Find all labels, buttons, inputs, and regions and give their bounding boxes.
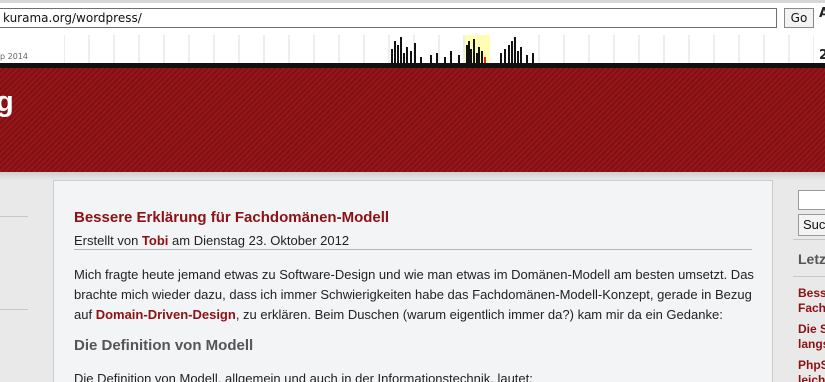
- header-shadow: [0, 172, 825, 180]
- sparkline-bar: [394, 41, 396, 63]
- url-input[interactable]: kurama.org/wordpress/: [0, 8, 777, 28]
- sparkline-bar: [532, 53, 534, 63]
- sparkline-bar: [508, 45, 510, 63]
- sparkline-bar: [397, 45, 399, 63]
- toolbar-top-border: [0, 0, 825, 3]
- sparkline-bar: [473, 39, 475, 63]
- paragraph-line: auf Domain-Driven-Design, zu erklären. B…: [74, 307, 723, 322]
- recent-post-link[interactable]: Die Slangs: [798, 322, 825, 352]
- paragraph-line: Mich fragte heute jemand etwas zu Softwa…: [74, 267, 754, 282]
- paragraph-line: brachte mich wieder dazu, dass ich immer…: [74, 287, 752, 302]
- post-paragraph: Mich fragte heute jemand etwas zu Softwa…: [74, 265, 754, 325]
- post-card: Bessere Erklärung für Fachdomänen-Modell…: [53, 180, 773, 382]
- sparkline-bar: [514, 37, 516, 63]
- ddd-link[interactable]: Domain-Driven-Design: [96, 307, 236, 322]
- sparkline-bar: [414, 43, 416, 63]
- sparkline-bar: [403, 53, 405, 63]
- sparkline-bar: [406, 47, 408, 63]
- search-button[interactable]: Suchen: [798, 214, 825, 236]
- search-input[interactable]: [798, 190, 825, 210]
- byline-date: am Dienstag 23. Oktober 2012: [168, 233, 350, 248]
- left-sidebar-divider: [0, 216, 28, 217]
- section-heading: Die Definition von Modell: [74, 337, 254, 354]
- blog-header: g: [0, 68, 825, 172]
- recent-post-link[interactable]: PhpS leich: [798, 358, 825, 382]
- sparkline-bar: [478, 47, 480, 63]
- sparkline-bar: [500, 53, 502, 63]
- right-sidebar-divider: [793, 239, 825, 240]
- post-paragraph-2: Die Definition von Modell, allgemein und…: [74, 371, 533, 382]
- sparkline-bar: [436, 53, 438, 63]
- sparkline-bar: [476, 53, 478, 63]
- post-byline: Erstellt von Tobi am Dienstag 23. Oktobe…: [74, 233, 752, 250]
- year-label: 2: [819, 48, 825, 63]
- sparkline-bar: [458, 55, 460, 63]
- recent-posts-heading: Letzte: [798, 251, 825, 267]
- capture-sparkline[interactable]: [64, 35, 814, 63]
- sparkline-bar: [466, 45, 468, 63]
- sparkline-bar: [470, 49, 472, 63]
- sparkline-bar: [481, 51, 483, 63]
- sparkline-bar: [511, 41, 513, 63]
- sparkline-bar: [468, 41, 470, 63]
- sparkline-bar: [400, 37, 402, 63]
- sparkline-bar: [430, 55, 432, 63]
- left-sidebar-divider: [0, 309, 28, 310]
- go-button[interactable]: Go: [784, 8, 814, 28]
- sparkline-bar: [410, 51, 412, 63]
- author-link[interactable]: Tobi: [142, 233, 168, 248]
- sparkline-bar: [520, 47, 522, 63]
- byline-prefix: Erstellt von: [74, 233, 142, 248]
- sparkline-bar: [504, 49, 506, 63]
- sparkline-bar: [391, 49, 393, 63]
- right-sidebar-divider: [793, 276, 825, 277]
- post-title[interactable]: Bessere Erklärung für Fachdomänen-Modell: [74, 209, 389, 226]
- blog-title[interactable]: g: [0, 86, 14, 119]
- sparkline-bar: [526, 55, 528, 63]
- recent-post-link[interactable]: Bess Fach: [798, 286, 825, 316]
- sparkline-bar: [450, 51, 452, 63]
- capture-date-label: p 2014: [0, 52, 28, 61]
- toolbar-right-label: A: [819, 6, 825, 21]
- wayback-toolbar: kurama.org/wordpress/ Go A p 2014 2: [0, 0, 825, 68]
- sparkline-bar: [517, 51, 519, 63]
